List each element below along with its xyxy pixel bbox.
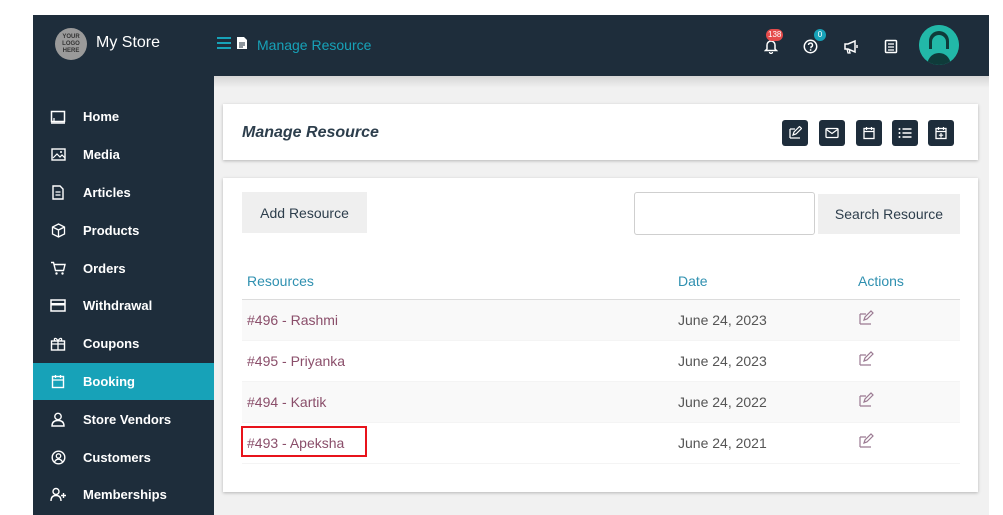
calendar-plus-icon — [935, 127, 947, 140]
resource-date: June 24, 2023 — [678, 353, 767, 369]
resource-link[interactable]: #493 - Apeksha — [241, 426, 367, 457]
calendar-icon — [49, 372, 67, 390]
resource-date: June 24, 2022 — [678, 394, 767, 410]
store-logo[interactable]: YOUR LOGO HERE — [55, 28, 87, 60]
sidebar-item-store-vendors[interactable]: Store Vendors — [33, 400, 214, 438]
user-circle-icon — [49, 448, 67, 466]
search-input[interactable] — [634, 192, 815, 235]
sidebar-item-label: Articles — [83, 184, 131, 200]
add-calendar-button[interactable] — [928, 120, 954, 146]
document-icon — [49, 183, 67, 201]
sidebar-item-articles[interactable]: Articles — [33, 174, 214, 212]
edit-icon[interactable] — [858, 310, 874, 329]
sidebar-item-booking[interactable]: Booking — [33, 362, 214, 401]
table-row: #495 - Priyanka June 24, 2023 — [242, 341, 960, 382]
calendar-icon — [863, 127, 875, 140]
help-icon[interactable]: 0 — [803, 29, 826, 55]
resource-link[interactable]: #494 - Kartik — [247, 394, 326, 410]
sidebar-item-coupons[interactable]: Coupons — [33, 325, 214, 363]
edit-icon[interactable] — [858, 433, 874, 452]
page-header-panel: Manage Resource — [223, 104, 978, 160]
sidebar-item-label: Products — [83, 222, 140, 238]
sidebar-item-label: Customers — [83, 449, 151, 465]
calendar-button[interactable] — [856, 120, 882, 146]
search-resource-button[interactable]: Search Resource — [818, 194, 960, 234]
help-count: 0 — [814, 29, 826, 41]
highlight-box — [241, 426, 367, 457]
sidebar-item-label: Orders — [83, 260, 126, 276]
user-avatar[interactable] — [919, 25, 959, 65]
content-top-shadow — [214, 76, 989, 88]
page-title: Manage Resource — [242, 124, 379, 141]
list-icon — [898, 128, 912, 138]
sidebar-item-label: Media — [83, 147, 120, 163]
cart-icon — [49, 259, 67, 277]
user-icon — [49, 410, 67, 428]
top-bar: YOUR LOGO HERE My Store Manage Resource 13… — [33, 15, 989, 76]
list-button[interactable] — [892, 120, 918, 146]
edit-icon — [789, 126, 802, 139]
sidebar-item-label: Home — [83, 109, 120, 125]
sidebar-item-label: Store Vendors — [83, 411, 172, 427]
sidebar-item-memberships[interactable]: Memberships — [33, 476, 214, 514]
app-window: YOUR LOGO HERE My Store Manage Resource 13… — [33, 15, 989, 515]
edit-icon[interactable] — [858, 392, 874, 411]
table-row: #493 - Apeksha June 24, 2021 — [241, 423, 960, 464]
resource-link[interactable]: #496 - Rashmi — [247, 312, 338, 328]
column-header-date[interactable]: Date — [678, 273, 708, 289]
edit-button[interactable] — [782, 120, 808, 146]
sidebar-item-label: Withdrawal — [83, 298, 153, 314]
resource-table: Resources Date Actions #496 - Rashmi Jun… — [241, 266, 960, 464]
user-plus-icon — [49, 486, 67, 504]
credit-card-icon — [49, 297, 67, 315]
sidebar-item-withdrawal[interactable]: Withdrawal — [33, 287, 214, 325]
image-icon — [49, 146, 67, 164]
page-heading: Manage Resource — [257, 37, 372, 53]
resource-link[interactable]: #495 - Priyanka — [247, 353, 345, 369]
store-name[interactable]: My Store — [96, 34, 160, 52]
gift-icon — [49, 335, 67, 353]
table-row: #494 - Kartik June 24, 2022 — [242, 382, 960, 423]
resource-date: June 24, 2023 — [678, 312, 767, 328]
column-header-actions: Actions — [858, 273, 904, 289]
resource-date: June 24, 2021 — [678, 435, 767, 451]
sidebar-item-home[interactable]: Home — [33, 98, 214, 136]
column-header-resources[interactable]: Resources — [247, 273, 314, 289]
mail-icon — [825, 127, 839, 139]
edit-icon[interactable] — [858, 351, 874, 370]
resource-list-panel: Add Resource Search Resource Resources D… — [223, 178, 978, 492]
sidebar-item-media[interactable]: Media — [33, 136, 214, 174]
sidebar: Home Media Articles Products Orders With… — [33, 76, 214, 515]
monitor-icon — [49, 108, 67, 126]
megaphone-icon[interactable] — [843, 37, 861, 55]
table-row: #496 - Rashmi June 24, 2023 — [242, 300, 960, 341]
menu-toggle-icon[interactable] — [217, 37, 231, 49]
sidebar-item-products[interactable]: Products — [33, 211, 214, 249]
table-header: Resources Date Actions — [242, 266, 960, 300]
sidebar-item-label: Coupons — [83, 336, 140, 352]
sidebar-item-label: Memberships — [83, 487, 167, 503]
knowledgebase-icon[interactable] — [884, 37, 902, 55]
sidebar-item-orders[interactable]: Orders — [33, 249, 214, 287]
mail-button[interactable] — [819, 120, 845, 146]
notifications-count: 138 — [766, 29, 784, 41]
document-icon — [237, 37, 247, 49]
sidebar-item-customers[interactable]: Customers — [33, 438, 214, 476]
cube-icon — [49, 221, 67, 239]
notifications-bell-icon[interactable]: 138 — [763, 29, 784, 55]
add-resource-button[interactable]: Add Resource — [242, 192, 367, 233]
table-body: #496 - Rashmi June 24, 2023 #495 - Priya… — [241, 300, 960, 464]
sidebar-item-label: Booking — [83, 373, 135, 389]
